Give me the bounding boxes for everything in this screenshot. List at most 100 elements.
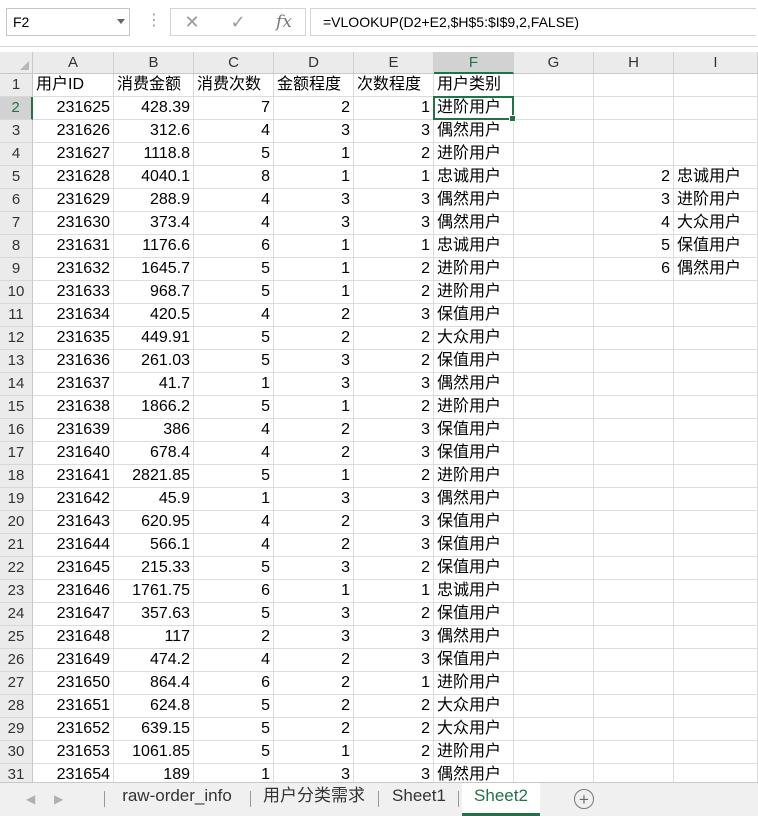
cell-f28[interactable]: 大众用户: [434, 695, 514, 718]
row-header-16[interactable]: 16: [0, 419, 33, 442]
cell-d4[interactable]: 1: [274, 143, 354, 166]
cell-c4[interactable]: 5: [194, 143, 274, 166]
cell-c6[interactable]: 4: [194, 189, 274, 212]
cell-a15[interactable]: 231638: [33, 396, 114, 419]
row-header-1[interactable]: 1: [0, 74, 33, 97]
cell-i19[interactable]: [674, 488, 758, 511]
cell-d8[interactable]: 1: [274, 235, 354, 258]
column-header-f[interactable]: F: [434, 52, 514, 74]
cell-f4[interactable]: 进阶用户: [434, 143, 514, 166]
cell-h25[interactable]: [594, 626, 674, 649]
cell-i9[interactable]: 偶然用户: [674, 258, 758, 281]
cell-i29[interactable]: [674, 718, 758, 741]
row-header-19[interactable]: 19: [0, 488, 33, 511]
cell-d2[interactable]: 2: [274, 97, 354, 120]
cell-i6[interactable]: 进阶用户: [674, 189, 758, 212]
cell-h3[interactable]: [594, 120, 674, 143]
cell-i14[interactable]: [674, 373, 758, 396]
cell-g1[interactable]: [514, 74, 594, 97]
cell-i10[interactable]: [674, 281, 758, 304]
cell-h24[interactable]: [594, 603, 674, 626]
cell-g25[interactable]: [514, 626, 594, 649]
cell-b5[interactable]: 4040.1: [114, 166, 194, 189]
cell-h22[interactable]: [594, 557, 674, 580]
cell-f25[interactable]: 偶然用户: [434, 626, 514, 649]
cell-e15[interactable]: 2: [354, 396, 434, 419]
cell-d3[interactable]: 3: [274, 120, 354, 143]
cell-e29[interactable]: 2: [354, 718, 434, 741]
cell-g13[interactable]: [514, 350, 594, 373]
cell-h13[interactable]: [594, 350, 674, 373]
cell-f7[interactable]: 偶然用户: [434, 212, 514, 235]
row-header-20[interactable]: 20: [0, 511, 33, 534]
cell-h16[interactable]: [594, 419, 674, 442]
cell-f26[interactable]: 保值用户: [434, 649, 514, 672]
cell-a31[interactable]: 231654: [33, 764, 114, 782]
cell-a17[interactable]: 231640: [33, 442, 114, 465]
cell-d31[interactable]: 3: [274, 764, 354, 782]
column-header-a[interactable]: A: [33, 52, 114, 74]
scroll-tabs-left-icon[interactable]: ◀: [26, 792, 35, 806]
cell-h9[interactable]: 6: [594, 258, 674, 281]
cell-c13[interactable]: 5: [194, 350, 274, 373]
cell-i24[interactable]: [674, 603, 758, 626]
cell-i27[interactable]: [674, 672, 758, 695]
row-header-10[interactable]: 10: [0, 281, 33, 304]
cell-g8[interactable]: [514, 235, 594, 258]
cell-b17[interactable]: 678.4: [114, 442, 194, 465]
cell-i4[interactable]: [674, 143, 758, 166]
cell-g11[interactable]: [514, 304, 594, 327]
cell-g4[interactable]: [514, 143, 594, 166]
cell-d13[interactable]: 3: [274, 350, 354, 373]
cell-b14[interactable]: 41.7: [114, 373, 194, 396]
cell-e10[interactable]: 2: [354, 281, 434, 304]
cell-f20[interactable]: 保值用户: [434, 511, 514, 534]
cell-c27[interactable]: 6: [194, 672, 274, 695]
cell-g17[interactable]: [514, 442, 594, 465]
cell-i22[interactable]: [674, 557, 758, 580]
cell-f22[interactable]: 保值用户: [434, 557, 514, 580]
cell-f3[interactable]: 偶然用户: [434, 120, 514, 143]
row-header-27[interactable]: 27: [0, 672, 33, 695]
cell-a16[interactable]: 231639: [33, 419, 114, 442]
row-header-15[interactable]: 15: [0, 396, 33, 419]
cell-d9[interactable]: 1: [274, 258, 354, 281]
cell-h27[interactable]: [594, 672, 674, 695]
cell-f13[interactable]: 保值用户: [434, 350, 514, 373]
cell-a26[interactable]: 231649: [33, 649, 114, 672]
cell-b8[interactable]: 1176.6: [114, 235, 194, 258]
cell-h8[interactable]: 5: [594, 235, 674, 258]
cell-h10[interactable]: [594, 281, 674, 304]
cell-g22[interactable]: [514, 557, 594, 580]
cell-i13[interactable]: [674, 350, 758, 373]
cell-i2[interactable]: [674, 97, 758, 120]
cell-g15[interactable]: [514, 396, 594, 419]
cell-g16[interactable]: [514, 419, 594, 442]
cell-g30[interactable]: [514, 741, 594, 764]
cell-g14[interactable]: [514, 373, 594, 396]
cell-a5[interactable]: 231628: [33, 166, 114, 189]
cell-c8[interactable]: 6: [194, 235, 274, 258]
cell-c22[interactable]: 5: [194, 557, 274, 580]
cell-f12[interactable]: 大众用户: [434, 327, 514, 350]
cell-a28[interactable]: 231651: [33, 695, 114, 718]
cell-f6[interactable]: 偶然用户: [434, 189, 514, 212]
cell-c29[interactable]: 5: [194, 718, 274, 741]
cell-h2[interactable]: [594, 97, 674, 120]
cell-d28[interactable]: 2: [274, 695, 354, 718]
cell-f11[interactable]: 保值用户: [434, 304, 514, 327]
cell-e28[interactable]: 2: [354, 695, 434, 718]
sheet-tab-3[interactable]: Sheet2: [462, 783, 540, 816]
cell-h29[interactable]: [594, 718, 674, 741]
cell-c9[interactable]: 5: [194, 258, 274, 281]
cell-d18[interactable]: 1: [274, 465, 354, 488]
cell-a13[interactable]: 231636: [33, 350, 114, 373]
cell-i23[interactable]: [674, 580, 758, 603]
cell-b29[interactable]: 639.15: [114, 718, 194, 741]
cell-a19[interactable]: 231642: [33, 488, 114, 511]
cell-e24[interactable]: 2: [354, 603, 434, 626]
cell-b3[interactable]: 312.6: [114, 120, 194, 143]
cell-a6[interactable]: 231629: [33, 189, 114, 212]
cell-e2[interactable]: 1: [354, 97, 434, 120]
cell-c17[interactable]: 4: [194, 442, 274, 465]
